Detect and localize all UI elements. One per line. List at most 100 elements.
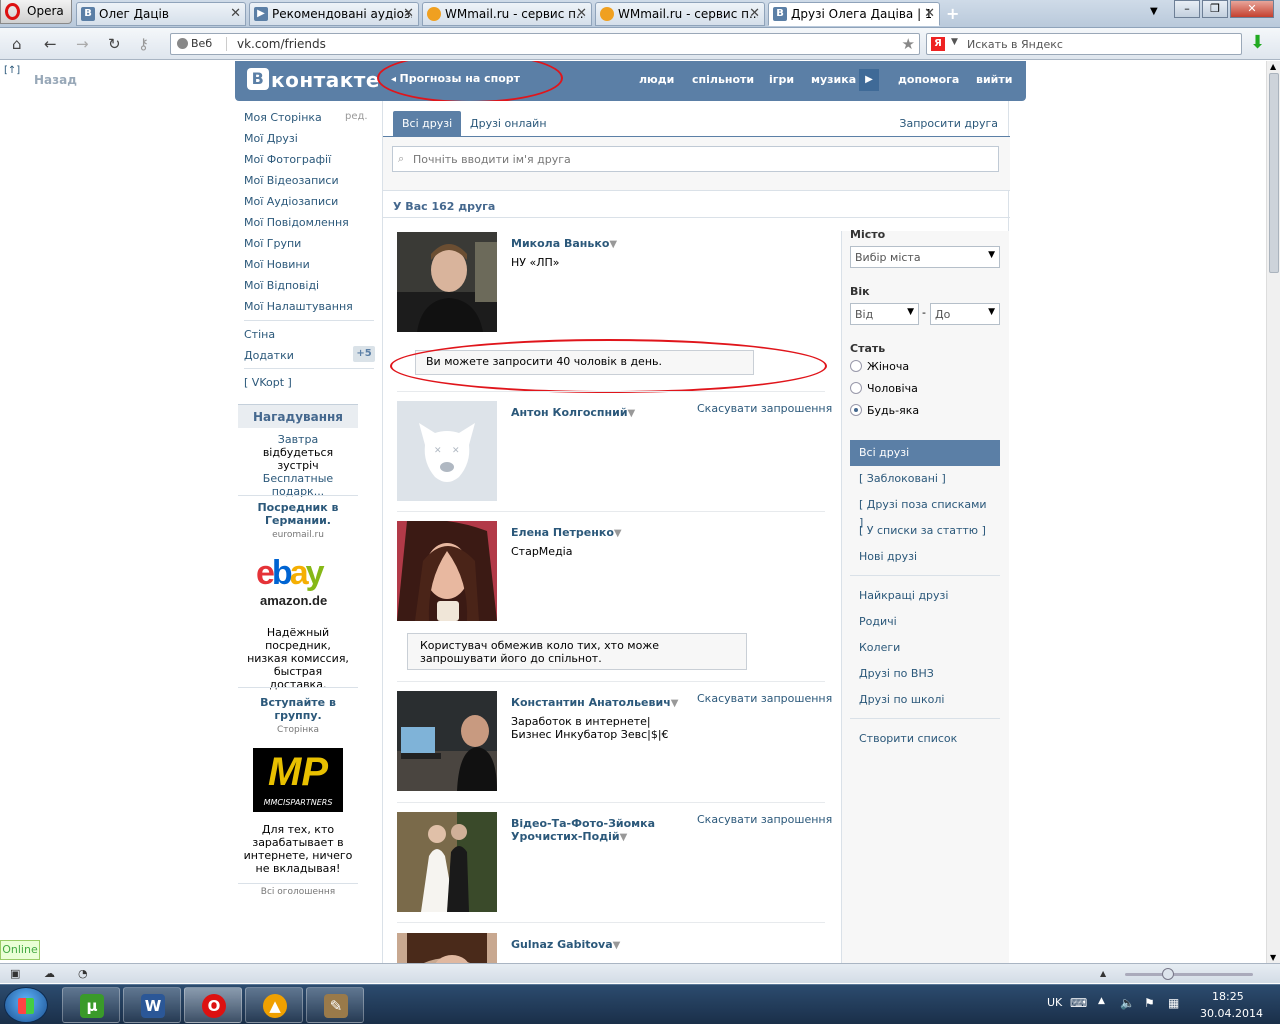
cancel-invite-link[interactable]: Скасувати запрошення xyxy=(697,692,832,705)
sex-radio-female[interactable]: Жіноча xyxy=(850,360,909,373)
sex-radio-any[interactable]: Будь-яка xyxy=(850,404,919,417)
tray-expand-icon[interactable]: ▲ xyxy=(1098,996,1105,1006)
nav-music[interactable]: музика xyxy=(811,73,856,86)
menu-vkopt[interactable]: [ VKopt ] xyxy=(244,376,292,389)
browser-tab-active[interactable]: B Друзі Олега Даціва | 1... ✕ xyxy=(768,2,940,26)
chevron-down-icon[interactable]: ▼ xyxy=(620,832,628,843)
speed-dial-icon[interactable]: ◔ xyxy=(78,967,88,980)
opera-menu-button[interactable]: Opera xyxy=(0,0,72,24)
zoom-slider[interactable] xyxy=(1125,973,1253,976)
keyboard-icon[interactable]: ⌨ xyxy=(1070,996,1087,1010)
home-icon[interactable]: ⌂ xyxy=(12,35,22,53)
friend-name[interactable]: Елена Петренко▼ xyxy=(511,526,681,540)
minimize-icon[interactable]: – xyxy=(1174,0,1200,18)
chevron-down-icon[interactable]: ▼ xyxy=(609,239,617,250)
invite-friend-link[interactable]: Запросити друга xyxy=(899,111,998,137)
ad-block[interactable]: Вступайте в группу. Сторінка MP MMCISPAR… xyxy=(238,696,358,881)
list-relatives[interactable]: Родичі xyxy=(850,609,1000,635)
city-select[interactable]: Вибір міста ▼ xyxy=(850,246,1000,268)
browser-tab[interactable]: ▶ Рекомендовані аудіоз... ✕ xyxy=(249,2,419,26)
reload-icon[interactable]: ↻ xyxy=(108,35,121,53)
chevron-down-icon[interactable]: ▼ xyxy=(951,37,958,47)
taskbar-app[interactable]: W xyxy=(123,987,181,1023)
scroll-up-icon[interactable]: ▲ xyxy=(1270,62,1276,71)
address-bar[interactable]: Веб vk.com/friends ★ xyxy=(170,33,920,55)
forward-icon[interactable]: → xyxy=(76,35,89,53)
browser-tab[interactable]: B Олег Даців ✕ xyxy=(76,2,246,26)
create-list-link[interactable]: Створити список xyxy=(850,726,1000,752)
zoom-slider-handle[interactable] xyxy=(1162,968,1174,980)
chevron-down-icon[interactable]: ▼ xyxy=(613,940,621,951)
age-to-select[interactable]: До ▼ xyxy=(930,303,1000,325)
scroll-top-icon[interactable]: [↑] xyxy=(4,65,20,76)
taskbar-app[interactable]: ▲ xyxy=(245,987,303,1023)
chevron-down-icon[interactable]: ▼ xyxy=(671,698,679,709)
clock-date[interactable]: 30.04.2014 xyxy=(1200,1007,1263,1020)
avatar[interactable] xyxy=(397,232,497,332)
age-from-select[interactable]: Від ▼ xyxy=(850,303,919,325)
ad-title[interactable]: Вступайте в группу. xyxy=(238,696,358,722)
action-center-icon[interactable]: ⚑ xyxy=(1144,996,1155,1010)
list-all-friends[interactable]: Всі друзі xyxy=(850,440,1000,466)
avatar[interactable] xyxy=(397,812,497,912)
menu-my-page[interactable]: Моя Сторінка xyxy=(244,111,322,124)
cloud-icon[interactable]: ☁ xyxy=(44,967,55,980)
cancel-invite-link[interactable]: Скасувати запрошення xyxy=(697,402,832,415)
network-icon[interactable]: ▦ xyxy=(1168,996,1179,1010)
nav-people[interactable]: люди xyxy=(639,73,674,86)
avatar[interactable] xyxy=(397,691,497,791)
start-button[interactable] xyxy=(4,987,48,1023)
menu-my-news[interactable]: Мої Новини xyxy=(244,258,310,271)
close-icon[interactable]: ✕ xyxy=(749,6,760,21)
ebay-amazon-logo[interactable]: ebay amazon.de xyxy=(254,553,342,609)
friend-name[interactable]: Відео-Та-Фото-Зйомка Урочистих-Подій▼ xyxy=(511,817,681,844)
window-close-icon[interactable]: ✕ xyxy=(1230,0,1274,18)
menu-wall[interactable]: Стіна xyxy=(244,328,275,341)
scroll-down-icon[interactable]: ▼ xyxy=(1270,953,1276,962)
address-url[interactable]: vk.com/friends xyxy=(237,37,326,51)
ad-title[interactable]: Посредник в Германии. xyxy=(238,501,358,527)
ad-block[interactable]: Посредник в Германии. euromail.ru ebay a… xyxy=(238,501,358,691)
list-blocked[interactable]: [ Заблоковані ] xyxy=(850,466,1000,492)
list-school[interactable]: Друзі по школі xyxy=(850,687,1000,713)
nav-games[interactable]: ігри xyxy=(769,73,794,86)
chevron-down-icon[interactable]: ▼ xyxy=(1150,6,1158,17)
friend-name[interactable]: Gulnaz Gabitova▼ xyxy=(511,938,681,952)
nav-logout[interactable]: вийти xyxy=(976,73,1012,86)
sex-radio-male[interactable]: Чоловіча xyxy=(850,382,918,395)
avatar[interactable] xyxy=(397,933,497,963)
menu-apps[interactable]: Додатки xyxy=(244,349,294,362)
tab-friends-online[interactable]: Друзі онлайн xyxy=(461,111,556,136)
reminder-date-link[interactable]: Завтра xyxy=(278,433,318,446)
back-link[interactable]: Назад xyxy=(34,73,77,87)
mmcis-logo[interactable]: MP MMCISPARTNERS xyxy=(253,748,343,812)
friend-name[interactable]: Микола Ванько▼ xyxy=(511,237,681,251)
avatar-placeholder[interactable]: ✕ ✕ xyxy=(397,401,497,501)
new-tab-icon[interactable]: + xyxy=(946,4,959,23)
list-best-friends[interactable]: Найкращі друзі xyxy=(850,583,1000,609)
menu-my-replies[interactable]: Мої Відповіді xyxy=(244,279,319,292)
tab-all-friends[interactable]: Всі друзі xyxy=(393,111,462,136)
panel-toggle-icon[interactable]: ▣ xyxy=(10,967,20,980)
friend-name[interactable]: Константин Анатольевич▼ xyxy=(511,696,681,710)
list-by-sex[interactable]: [ У списки за статтю ] xyxy=(850,518,1000,544)
friend-search-input[interactable]: ⌕ Почніть вводити ім'я друга xyxy=(392,146,999,172)
zoom-out-icon[interactable]: ▲ xyxy=(1100,969,1106,978)
back-icon[interactable]: ← xyxy=(44,35,57,53)
edit-link[interactable]: ред. xyxy=(345,111,368,122)
browser-tab[interactable]: WMmail.ru - сервис п... ✕ xyxy=(595,2,765,26)
close-icon[interactable]: ✕ xyxy=(576,6,587,21)
chevron-down-icon[interactable]: ▼ xyxy=(614,528,622,539)
clock-time[interactable]: 18:25 xyxy=(1212,990,1244,1003)
list-colleagues[interactable]: Колеги xyxy=(850,635,1000,661)
taskbar-app[interactable]: µ xyxy=(62,987,120,1023)
scrollbar-thumb[interactable] xyxy=(1269,73,1279,273)
menu-my-videos[interactable]: Мої Відеозаписи xyxy=(244,174,339,187)
download-icon[interactable]: ⬇ xyxy=(1250,34,1268,52)
taskbar-app[interactable]: ✎ xyxy=(306,987,364,1023)
list-university[interactable]: Друзі по ВНЗ xyxy=(850,661,1000,687)
all-ads-link[interactable]: Всі оголошення xyxy=(238,887,358,897)
avatar[interactable] xyxy=(397,521,497,621)
bookmark-star-icon[interactable]: ★ xyxy=(902,35,915,53)
menu-my-friends[interactable]: Мої Друзі xyxy=(244,132,298,145)
